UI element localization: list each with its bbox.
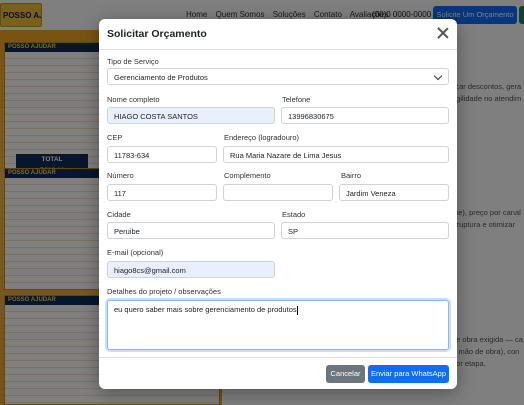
email-label: E-mail (opcional) <box>107 248 164 257</box>
full-name-label: Nome completo <box>107 95 160 104</box>
cep-input[interactable]: 11783-634 <box>107 146 217 163</box>
number-input[interactable]: 117 <box>107 184 217 201</box>
city-input[interactable]: Peruibe <box>107 222 275 239</box>
state-label: Estado <box>282 210 306 219</box>
state-input[interactable]: SP <box>281 222 449 239</box>
city-label: Cidade <box>107 210 131 219</box>
quote-request-modal: Solicitar Orçamento Tipo de Serviço Gere… <box>99 19 457 389</box>
cancel-button[interactable]: Cancelar <box>326 365 365 383</box>
details-label: Detalhes do projeto / observações <box>107 287 221 296</box>
number-label: Número <box>107 171 134 180</box>
service-type-select[interactable]: Gerenciamento de Produtos <box>107 68 449 85</box>
cep-label: CEP <box>107 133 123 142</box>
details-textarea[interactable]: eu quero saber mais sobre gerenciamento … <box>107 300 449 350</box>
service-type-value: Gerenciamento de Produtos <box>114 73 208 82</box>
neighborhood-input[interactable]: Jardim Veneza <box>339 184 449 201</box>
text-caret <box>296 305 298 315</box>
full-name-input[interactable]: HIAGO COSTA SANTOS <box>107 107 275 124</box>
modal-header: Solicitar Orçamento <box>99 19 457 50</box>
complement-label: Complemento <box>224 171 271 180</box>
close-icon[interactable] <box>436 26 450 40</box>
modal-title: Solicitar Orçamento <box>107 28 207 40</box>
phone-input[interactable]: 13996830675 <box>281 107 449 124</box>
chevron-down-icon <box>433 71 443 81</box>
send-whatsapp-button[interactable]: Enviar para WhatsApp <box>368 365 449 383</box>
service-type-label: Tipo de Serviço <box>107 57 159 66</box>
modal-footer: Cancelar Enviar para WhatsApp <box>99 357 457 389</box>
email-input[interactable]: hiago8cs@gmail.com <box>107 261 275 278</box>
complement-input[interactable] <box>223 184 333 201</box>
details-text: eu quero saber mais sobre gerenciamento … <box>114 305 297 314</box>
address-label: Endereço (logradouro) <box>224 133 300 142</box>
address-input[interactable]: Rua Maria Nazare de Lima Jesus <box>223 146 449 163</box>
neighborhood-label: Bairro <box>341 171 362 180</box>
phone-label: Telefone <box>282 95 311 104</box>
